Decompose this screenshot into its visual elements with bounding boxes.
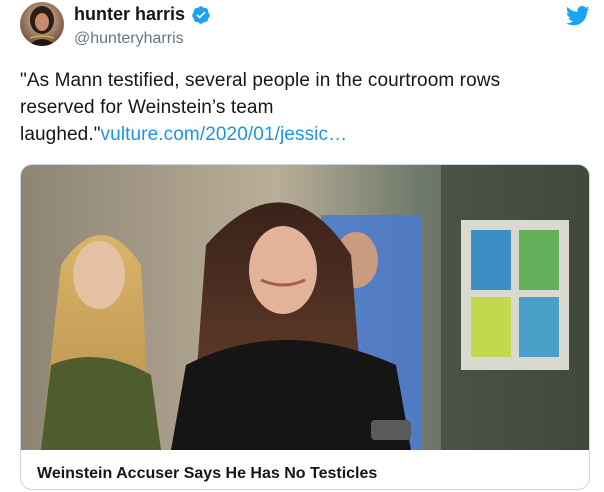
avatar[interactable] [20,2,64,46]
twitter-bird-icon[interactable] [566,6,590,26]
card-image[interactable] [21,165,589,450]
author-handle[interactable]: @hunteryharris [74,30,184,48]
link-card[interactable]: Weinstein Accuser Says He Has No Testicl… [20,164,590,490]
courtroom-photo-icon [21,165,589,450]
card-title[interactable]: Weinstein Accuser Says He Has No Testicl… [37,465,377,483]
tweet-embed: hunter harris @hunteryharris "As Mann te… [0,0,604,492]
author-name-row: hunter harris [74,4,211,25]
verified-badge-icon [192,5,210,24]
display-name[interactable]: hunter harris [74,4,185,25]
tweet-text: "As Mann testified, several people in th… [20,67,540,148]
tweet-link[interactable]: vulture.com/2020/01/jessic… [101,124,348,145]
user-avatar-icon [20,2,64,46]
